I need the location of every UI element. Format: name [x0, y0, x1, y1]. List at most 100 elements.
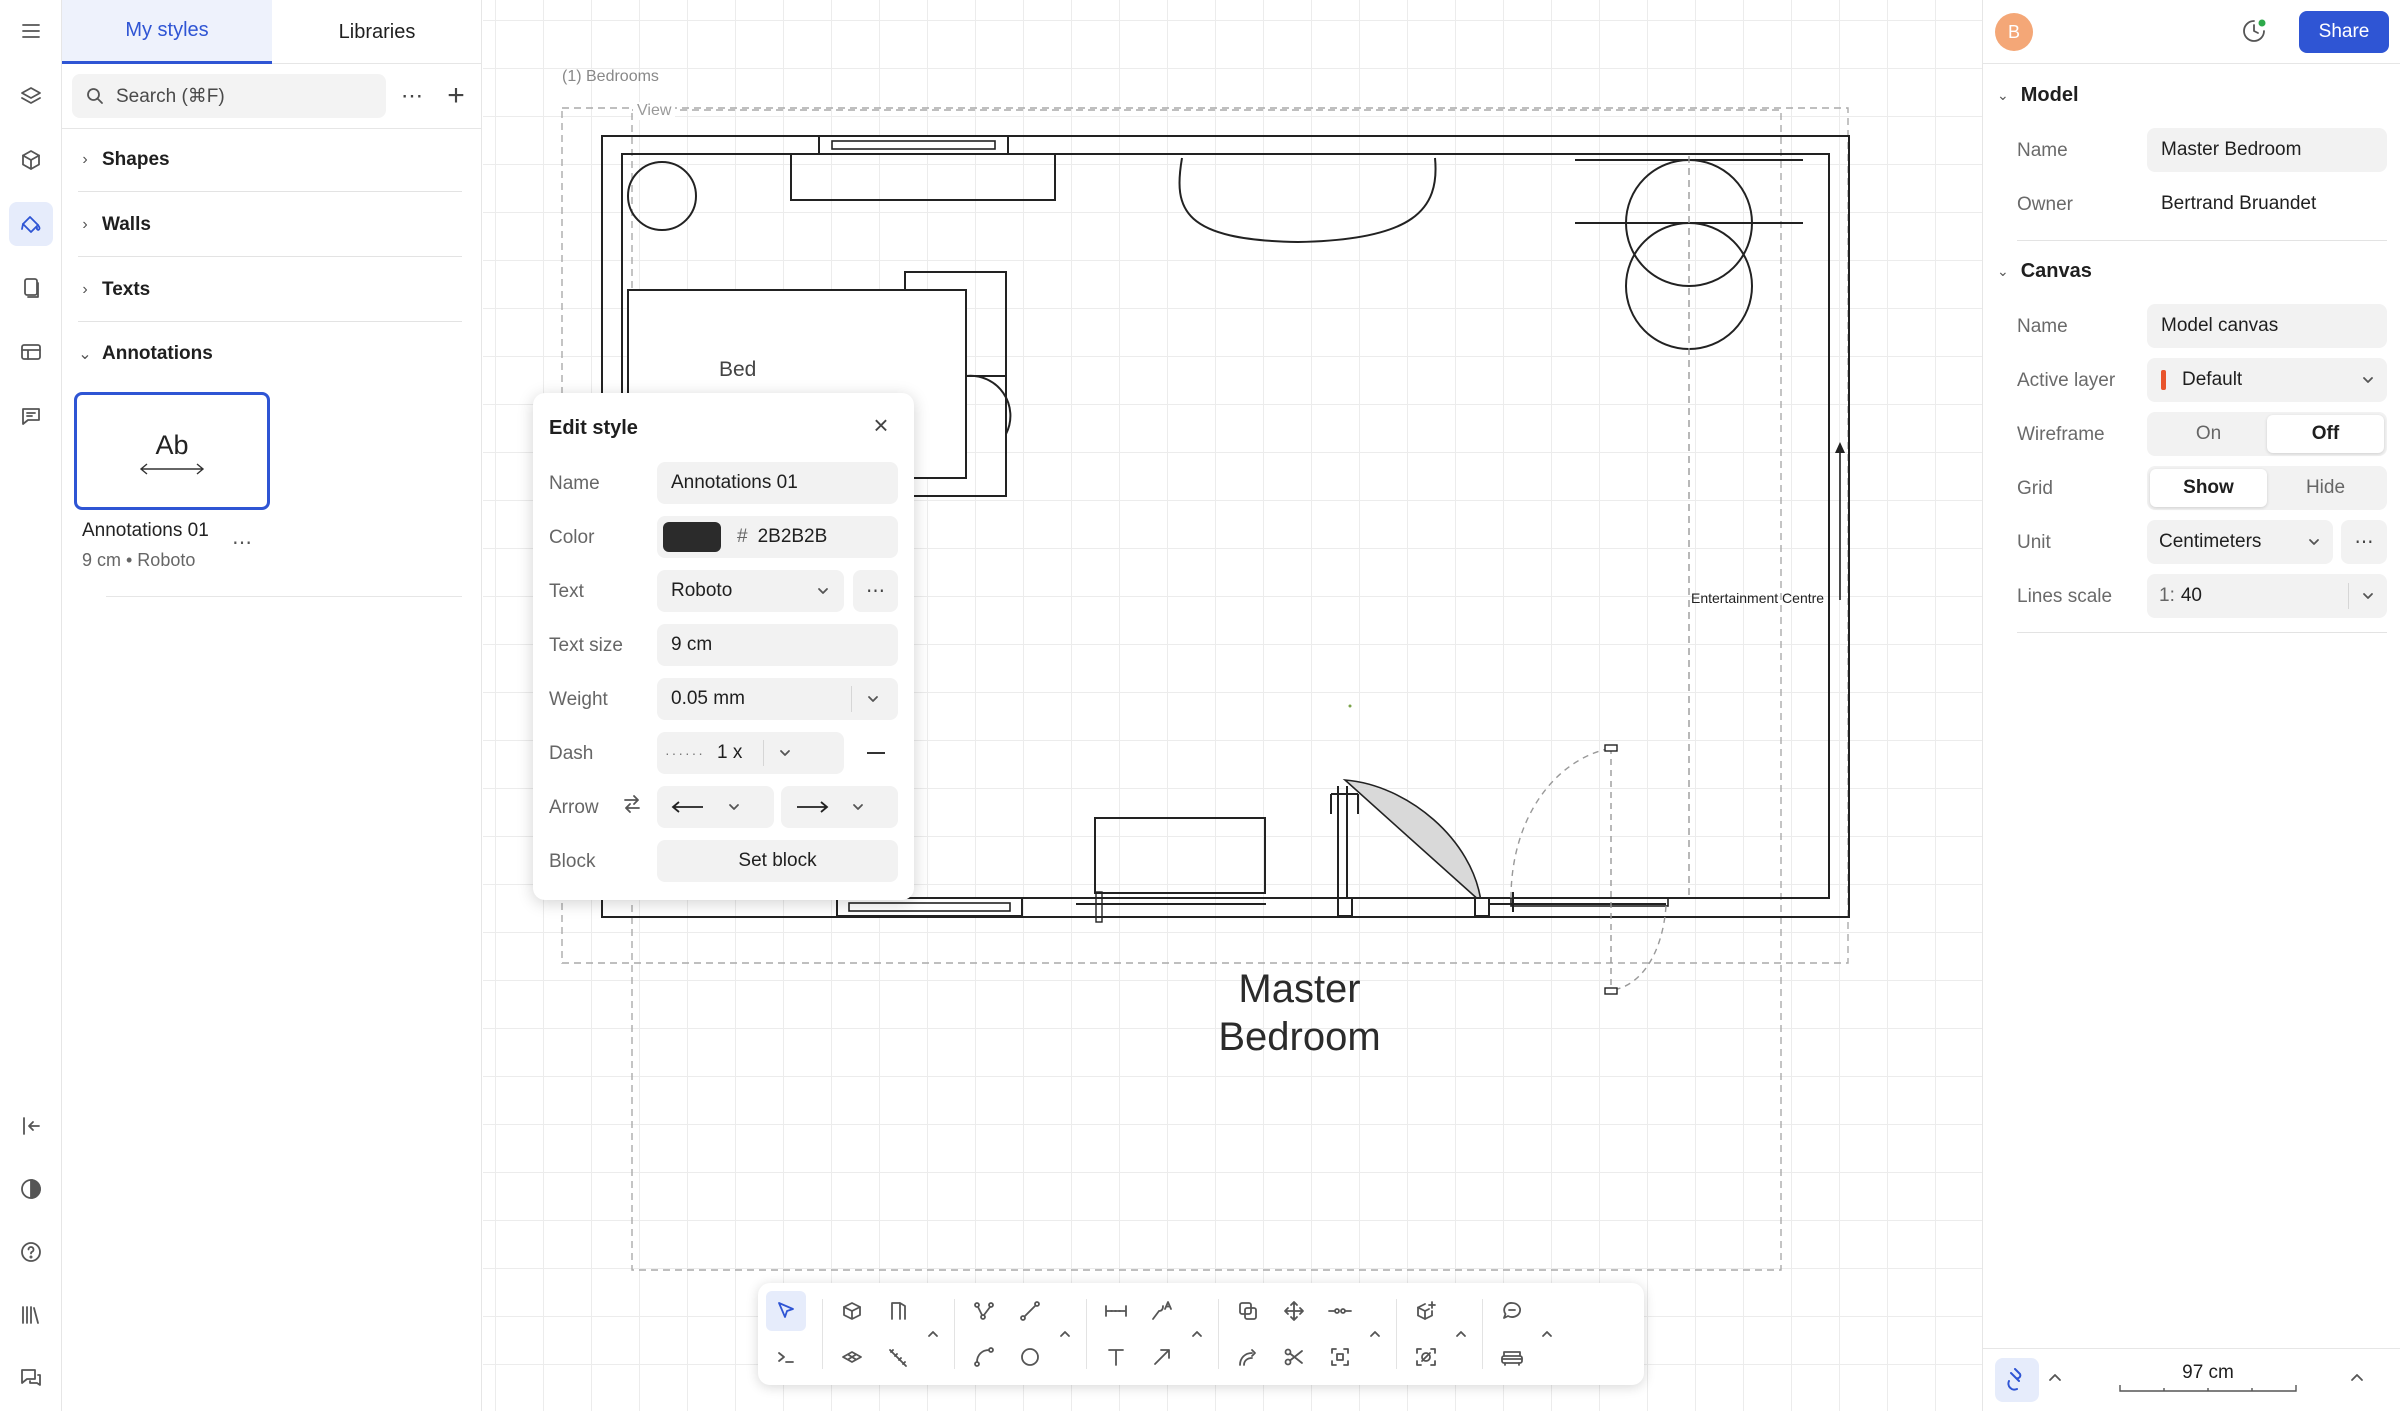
room-name-label[interactable]: Master Bedroom — [1113, 965, 1486, 1061]
dash-label: Dash — [549, 743, 594, 764]
more-options-button[interactable]: ⋯ — [390, 74, 434, 118]
section-walls[interactable]: › Walls — [78, 193, 462, 257]
add-style-button[interactable]: + — [434, 74, 478, 118]
comment-tool[interactable] — [1492, 1291, 1532, 1331]
snap-toggle[interactable] — [1995, 1358, 2039, 1402]
arrow-tool[interactable] — [1142, 1337, 1182, 1377]
style-more-button[interactable]: ⋯ — [232, 530, 252, 555]
lines-scale-value: 40 — [2180, 585, 2202, 606]
arrow-end-select[interactable] — [781, 786, 898, 828]
comments-icon[interactable] — [9, 394, 53, 438]
chevron-down-icon: ⌄ — [78, 346, 92, 363]
chevron-up-icon[interactable] — [1452, 1325, 1470, 1343]
furniture-tool[interactable] — [1492, 1337, 1532, 1377]
model-name-field[interactable]: Master Bedroom — [2147, 128, 2387, 172]
close-icon[interactable]: × — [863, 407, 899, 443]
dimension-tool[interactable] — [1096, 1291, 1136, 1331]
box-tool[interactable] — [832, 1291, 872, 1331]
slab-tool[interactable] — [832, 1337, 872, 1377]
solid-line-button[interactable] — [853, 732, 898, 774]
select-tool[interactable] — [766, 1291, 806, 1331]
chevron-up-icon[interactable] — [2349, 1370, 2365, 1391]
chevron-up-icon[interactable] — [1538, 1325, 1556, 1343]
canvas-name-field[interactable]: Model canvas — [2147, 304, 2387, 348]
grid-show-option[interactable]: Show — [2150, 469, 2267, 507]
wireframe-on-option[interactable]: On — [2150, 415, 2267, 453]
contrast-icon[interactable] — [9, 1167, 53, 1211]
polyline-tool[interactable] — [964, 1291, 1004, 1331]
lines-scale-field[interactable]: 1: 40 — [2147, 574, 2387, 618]
tab-libraries[interactable]: Libraries — [272, 0, 482, 64]
slab-icon — [842, 1351, 862, 1363]
chevron-up-icon[interactable] — [1366, 1325, 1384, 1343]
chevron-up-icon[interactable] — [1188, 1325, 1206, 1343]
scale-bar: 97 cm — [2119, 1362, 2297, 1392]
measure-tool[interactable] — [878, 1337, 918, 1377]
share-button[interactable]: Share — [2299, 11, 2389, 53]
chevron-up-icon[interactable] — [924, 1325, 942, 1343]
menu-icon[interactable] — [9, 9, 53, 53]
color-swatch[interactable] — [663, 522, 721, 552]
active-layer-select[interactable]: Default — [2147, 358, 2387, 402]
active-layer-label: Active layer — [2017, 370, 2116, 391]
text-size-label: Text size — [549, 635, 623, 656]
set-block-button[interactable]: Set block — [657, 840, 898, 882]
chevron-up-icon[interactable] — [2047, 1370, 2063, 1391]
feedback-icon[interactable] — [9, 1356, 53, 1400]
section-texts[interactable]: › Texts — [78, 258, 462, 322]
arrow-start-select[interactable] — [657, 786, 774, 828]
console-tool[interactable] — [766, 1337, 806, 1377]
group-tool[interactable] — [1320, 1337, 1360, 1377]
unit-more-button[interactable]: ⋯ — [2341, 520, 2387, 564]
history-icon[interactable] — [2239, 16, 2269, 51]
search-input[interactable]: Search (⌘F) — [72, 74, 386, 118]
color-label: Color — [549, 527, 595, 548]
weight-select[interactable]: 0.05 mm — [657, 678, 898, 720]
tab-my-styles[interactable]: My styles — [62, 0, 272, 64]
duplicate-tool[interactable] — [1228, 1291, 1268, 1331]
table-icon[interactable] — [9, 330, 53, 374]
arc-icon — [974, 1347, 994, 1367]
font-select[interactable]: Roboto — [657, 570, 844, 612]
collapse-icon[interactable] — [9, 1104, 53, 1148]
unit-select[interactable]: Centimeters — [2147, 520, 2333, 564]
paint-icon[interactable] — [9, 202, 53, 246]
magnet-icon — [2007, 1368, 2022, 1391]
text-tool[interactable] — [1096, 1337, 1136, 1377]
section-annotations[interactable]: ⌄ Annotations — [78, 322, 462, 386]
style-name-field[interactable]: Annotations 01 — [657, 462, 898, 504]
wireframe-off-option[interactable]: Off — [2267, 415, 2384, 453]
layers-icon[interactable] — [9, 74, 53, 118]
cut-tool[interactable] — [1274, 1337, 1314, 1377]
style-card-annotations[interactable]: Ab — [74, 392, 270, 510]
color-field[interactable]: # 2B2B2B — [657, 516, 898, 558]
chevron-up-icon[interactable] — [1056, 1325, 1074, 1343]
view-tool[interactable] — [1406, 1337, 1446, 1377]
pages-icon[interactable] — [9, 266, 53, 310]
divider — [1983, 1348, 2400, 1349]
swap-arrows-icon[interactable] — [621, 793, 643, 820]
help-icon[interactable] — [9, 1230, 53, 1274]
text-more-button[interactable]: ⋯ — [853, 570, 898, 612]
door-tool[interactable] — [878, 1291, 918, 1331]
library-icon[interactable] — [9, 1293, 53, 1337]
arc-tool[interactable] — [964, 1337, 1004, 1377]
split-tool[interactable] — [1320, 1291, 1360, 1331]
circle-tool[interactable] — [1010, 1337, 1050, 1377]
text-size-field[interactable]: 9 cm — [657, 624, 898, 666]
dash-select[interactable]: ······ 1 x — [657, 732, 844, 774]
unit-label: Unit — [2017, 532, 2051, 553]
section-shapes[interactable]: › Shapes — [78, 128, 462, 192]
add-object-tool[interactable] — [1406, 1291, 1446, 1331]
chevron-down-icon — [729, 804, 739, 810]
offset-tool[interactable] — [1228, 1337, 1268, 1377]
line-tool[interactable] — [1010, 1291, 1050, 1331]
avatar[interactable]: B — [1995, 13, 2033, 51]
grid-hide-option[interactable]: Hide — [2267, 469, 2384, 507]
model-section-header[interactable]: ⌄ Model — [1997, 84, 2079, 107]
cube-icon[interactable] — [9, 138, 53, 182]
move-tool[interactable] — [1274, 1291, 1314, 1331]
canvas-section-header[interactable]: ⌄ Canvas — [1997, 260, 2092, 283]
lines-scale-label: Lines scale — [2017, 586, 2113, 607]
angle-label-tool[interactable] — [1142, 1291, 1182, 1331]
